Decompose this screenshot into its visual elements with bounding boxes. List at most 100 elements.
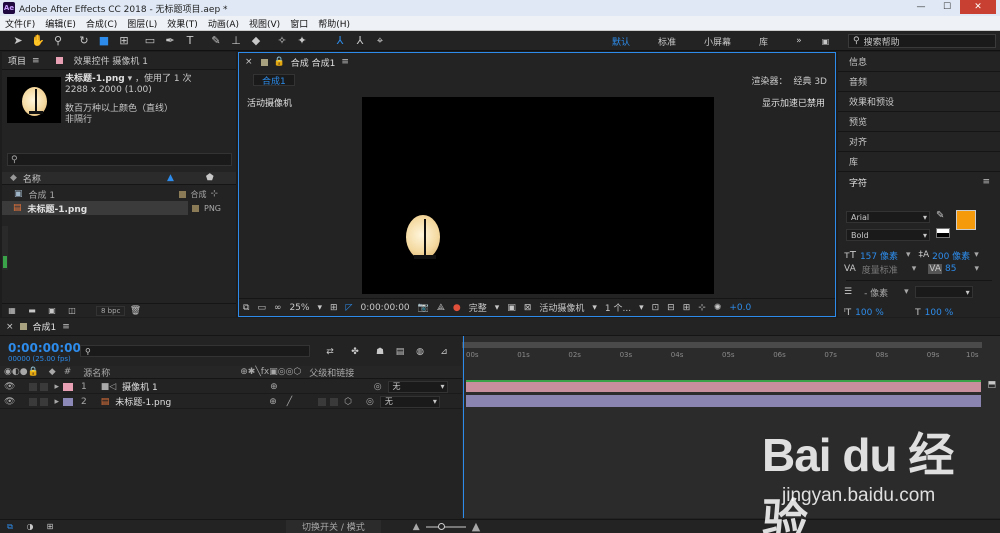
panel-align[interactable]: 对齐 <box>838 132 1000 152</box>
panel-libraries[interactable]: 库 <box>838 152 1000 172</box>
timeline-icon[interactable]: ⊞ <box>679 303 695 313</box>
composition-viewer[interactable] <box>362 97 714 294</box>
timeline-search-input[interactable]: ⚲ <box>80 345 310 357</box>
roto-brush-tool-icon[interactable]: ✧ <box>274 33 290 49</box>
workspace-default[interactable]: 默认 <box>598 35 644 48</box>
fill-color-swatch[interactable] <box>956 210 976 230</box>
draft-3d-icon[interactable]: ✤ <box>347 344 363 360</box>
interpret-footage-icon[interactable]: ▦ <box>4 303 20 319</box>
3d-layer-cube-icon[interactable]: ⬡ <box>344 397 352 407</box>
quality-switch-icon[interactable]: ╱ <box>287 397 292 407</box>
panel-menu-icon[interactable]: ≡ <box>982 177 990 187</box>
layer-switches-toggle-icon[interactable]: ⧉ <box>2 519 18 533</box>
selection-tool-icon[interactable]: ➤ <box>10 33 26 49</box>
parent-select[interactable]: 无 ▾ <box>387 380 448 393</box>
zoom-slider[interactable] <box>425 522 466 530</box>
flowchart-icon[interactable]: ⊹ <box>211 189 219 199</box>
chevron-down-icon[interactable]: ▾ <box>491 303 504 313</box>
time-indicator[interactable] <box>463 336 464 518</box>
moon-layer-preview[interactable] <box>406 215 440 259</box>
tab-project[interactable]: 项目 <box>2 54 32 67</box>
zoom-tool-icon[interactable]: ⚲ <box>50 33 66 49</box>
eyedropper-icon[interactable]: ✎ <box>936 210 944 221</box>
workspace-toggle-icon[interactable]: ▣ <box>818 33 834 49</box>
panel-audio[interactable]: 音频 <box>838 72 1000 92</box>
menu-layer[interactable]: 图层(L) <box>122 17 162 30</box>
timeline-timecode[interactable]: 0:00:00:00 <box>8 341 81 355</box>
zoom-out-icon[interactable]: ▲ <box>413 522 420 532</box>
leading-value[interactable]: 200 像素 <box>932 249 970 262</box>
always-preview-icon[interactable]: ⧉ <box>239 303 253 313</box>
expand-arrow-icon[interactable]: ▸ <box>54 397 59 407</box>
shy-switch-icon[interactable]: ⊕ <box>270 382 278 392</box>
comp-marker-icon[interactable]: ⬒ <box>987 380 996 390</box>
sort-arrow-icon[interactable]: ▲ <box>167 173 174 183</box>
column-name[interactable]: 名称 <box>23 172 41 185</box>
menu-window[interactable]: 窗口 <box>285 17 313 30</box>
panel-effects-presets[interactable]: 效果和预设 <box>838 92 1000 112</box>
puppet-pin-tool-icon[interactable]: ✦ <box>294 33 310 49</box>
clone-stamp-tool-icon[interactable]: ⊥ <box>228 33 244 49</box>
maximize-button[interactable]: ☐ <box>934 0 960 14</box>
stroke-type-select[interactable]: ▾ <box>914 286 973 298</box>
black-white-swatch[interactable] <box>936 228 950 238</box>
workspace-library[interactable]: 库 <box>745 35 782 48</box>
horizontal-scale-value[interactable]: 100 % <box>925 308 954 317</box>
monitor-icon[interactable]: ▭ <box>253 303 270 313</box>
fit-icon[interactable]: ⊞ <box>326 303 342 313</box>
visibility-eye-icon[interactable]: 👁 <box>4 397 15 407</box>
resolution-value[interactable]: 完整 <box>465 301 491 314</box>
expand-arrow-icon[interactable]: ▸ <box>54 382 59 392</box>
exposure-value[interactable]: +0.0 <box>725 303 755 313</box>
new-composition-icon[interactable]: ▣ <box>44 303 60 319</box>
menu-file[interactable]: 文件(F) <box>0 17 40 30</box>
pan-behind-tool-icon[interactable]: ⊞ <box>116 33 132 49</box>
kerning-value[interactable]: 度量标准 <box>862 263 912 276</box>
camera-layer-bar[interactable] <box>466 380 981 392</box>
chevron-down-icon[interactable]: ▾ <box>904 287 909 297</box>
project-search-input[interactable]: ⚲ <box>7 153 232 166</box>
stroke-width-value[interactable]: - 像素 <box>864 286 904 299</box>
motion-blur-switch[interactable] <box>318 397 327 406</box>
bpc-label[interactable]: 8 bpc <box>96 305 126 316</box>
layer-row-camera[interactable]: 👁 ▸ 1 ■◁ 摄像机 1 ⊕ ◎ 无 ▾ <box>0 380 462 394</box>
fast-preview-icon[interactable]: ⊟ <box>663 303 679 313</box>
column-parent-link[interactable]: 父级和链接 <box>309 366 354 379</box>
chevron-down-icon[interactable]: ▾ <box>313 303 326 313</box>
show-snapshot-icon[interactable]: ⟁ <box>433 303 449 313</box>
views-select[interactable]: 1 个... <box>601 301 635 314</box>
goggles-icon[interactable]: ∞ <box>270 303 286 313</box>
chevron-down-icon[interactable]: ▾ <box>974 264 979 274</box>
toggle-switches-modes-button[interactable]: 切换开关 / 模式 <box>286 520 381 533</box>
tab-composition[interactable]: 合成 合成1 <box>285 56 342 69</box>
comp-timecode[interactable]: 0:00:00:00 <box>356 303 413 313</box>
rotate-tool-icon[interactable]: ↻ <box>76 33 92 49</box>
adjustment-icon[interactable]: ◫ <box>64 303 80 319</box>
tab-effect-controls[interactable]: 效果控件 摄像机 1 <box>68 54 154 67</box>
close-tab-icon[interactable]: × <box>245 57 253 67</box>
tracking-value[interactable]: 85 <box>945 264 956 274</box>
font-family-select[interactable]: Arial ▾ <box>846 211 930 223</box>
search-help-input[interactable]: ⚲ 搜索帮助 <box>848 34 996 48</box>
font-size-value[interactable]: 157 像素 <box>860 249 906 262</box>
zoom-level[interactable]: 25% <box>285 303 313 313</box>
parent-select[interactable]: 无 ▾ <box>379 395 440 408</box>
lock-icon[interactable]: 🔒 <box>274 57 285 67</box>
motion-blur-icon[interactable]: ◍ <box>412 344 428 360</box>
font-style-select[interactable]: Bold ▾ <box>846 229 930 241</box>
menu-view[interactable]: 视图(V) <box>244 17 285 30</box>
type-tool-icon[interactable]: T <box>182 33 198 49</box>
chevron-down-icon[interactable]: ▾ <box>588 303 601 313</box>
tag-icon[interactable]: ⬟ <box>206 173 214 183</box>
layer-row-footage[interactable]: 👁 ▸ 2 ▤ 未标题-1.png ⊕ ╱ ⬡ ◎ 无 ▾ <box>0 395 462 409</box>
workspace-standard[interactable]: 标准 <box>644 35 690 48</box>
stretch-panel-icon[interactable]: ⊞ <box>42 519 58 533</box>
flowchart-icon[interactable]: ⊹ <box>694 303 710 313</box>
menu-composition[interactable]: 合成(C) <box>81 17 122 30</box>
workspace-small-screen[interactable]: 小屏幕 <box>690 35 745 48</box>
vertical-scale-value[interactable]: 100 % <box>855 308 915 317</box>
channel-rgb-icon[interactable]: ● <box>449 303 465 313</box>
camera-tool-icon[interactable]: ■ <box>96 33 112 49</box>
graph-editor-icon[interactable]: ⊿ <box>436 344 452 360</box>
zoom-in-icon[interactable]: ▲ <box>472 520 480 533</box>
